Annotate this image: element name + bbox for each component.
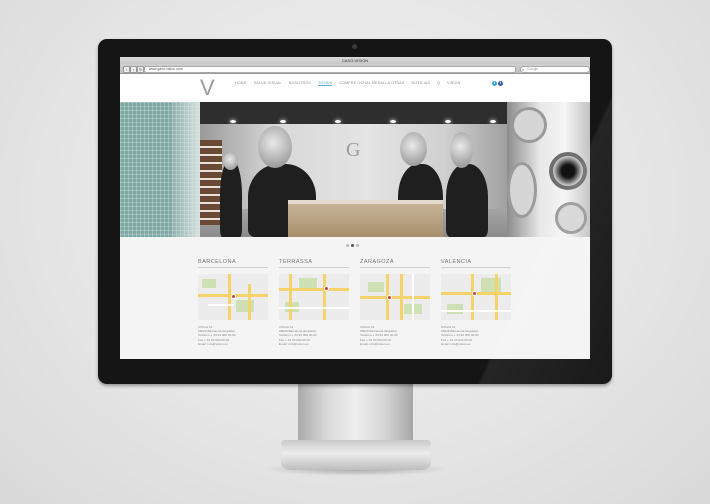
map-pin-icon [387,295,392,300]
menu-item-3[interactable]: TIENDA [317,81,333,86]
map-feature [412,274,414,320]
address-line: Email: info@vision.es [441,341,471,346]
map-feature [400,274,403,320]
camera-icon [352,44,357,49]
portrait-3-face [400,132,427,166]
map-feature [208,304,234,306]
store-shelf [200,140,222,225]
menu-item-7[interactable]: VISION [447,81,460,86]
carousel-dot-1[interactable] [351,244,354,247]
map-feature [202,279,216,288]
screen: CASO-VISION ‹ › ↻ www.gaxo-vision.com ⌕ G… [120,57,590,359]
search-input[interactable]: ⌕ Google [520,66,590,73]
forward-arrow-icon[interactable]: › [130,66,137,73]
location-barcelona: BARCELONA C/Paris 61 08029 Barcelona (Espa… [198,259,268,354]
location-address: C/Paris 61 08029 Barcelona (España) Teléfo… [360,325,430,346]
address-line: Email: info@vision.es [279,341,309,346]
map-pin-icon [472,291,477,296]
hero-panel-optics [507,102,590,237]
location-terrassa: TERRASSA C/Paris 61 08029 Barcelona (Españ… [279,259,349,354]
carousel-dot-0[interactable] [346,244,349,247]
map-feature [236,300,254,312]
window-title: CASO-VISION [341,58,369,63]
map-feature [471,274,474,320]
reload-icon[interactable]: ↻ [137,66,144,73]
portrait-1 [220,160,242,237]
map-feature [447,304,463,314]
site-header: V HOME SALUD VISUAL NOSOTROS TIENDA COMPRE O… [120,74,590,102]
carousel-dot-2[interactable] [356,244,359,247]
location-map[interactable] [279,274,349,320]
map-feature [481,278,501,292]
portrait-4 [446,164,488,237]
back-arrow-icon[interactable]: ‹ [123,66,130,73]
browser-titlebar: CASO-VISION [120,57,590,64]
map-feature [299,278,317,288]
map-feature [368,282,384,292]
store-ceiling [200,102,507,124]
map-feature [441,310,511,312]
location-address: C/Paris 61 08029 Barcelona (España) Teléfo… [441,325,511,346]
hero-panel-store: G [200,102,507,237]
twitter-icon[interactable]: t [492,81,497,86]
location-map[interactable] [360,274,430,320]
facebook-icon[interactable]: f [498,81,503,86]
monitor-foot [281,440,431,470]
map-feature [495,274,498,320]
menu-item-2[interactable]: NOSOTROS [289,81,311,86]
locations-section: BARCELONA C/Paris 61 08029 Barcelona (Espa… [198,259,518,354]
monitor: CASO-VISION ‹ › ↻ www.gaxo-vision.com ⌕ G… [98,39,612,384]
menu-item-6[interactable]: Q [437,81,440,86]
location-valencia: VALENCIA C/Paris 61 08029 Barcelona (Españ… [441,259,511,354]
carousel-dots [346,244,359,247]
menu-item-0[interactable]: HOME [235,81,247,86]
location-title[interactable]: VALENCIA [441,259,511,268]
monitor-neck [298,383,413,441]
url-text: www.gaxo-vision.com [149,67,183,71]
map-pin-icon [324,286,329,291]
main-menu: HOME SALUD VISUAL NOSOTROS TIENDA COMPRE OCH… [235,81,460,86]
location-title[interactable]: TERRASSA [279,259,349,268]
map-pin-icon [231,294,236,299]
location-map[interactable] [198,274,268,320]
map-feature [289,274,292,320]
portrait-4-face [450,132,473,168]
address-bar[interactable]: www.gaxo-vision.com [144,66,516,73]
portrait-1-face [223,152,238,170]
location-map[interactable] [441,274,511,320]
location-title[interactable]: BARCELONA [198,259,268,268]
location-address: C/Paris 61 08029 Barcelona (España) Teléfo… [198,325,268,346]
portrait-2-face [258,126,292,168]
menu-item-5[interactable]: NOTICIAS [412,81,431,86]
site-logo[interactable]: V [200,75,215,101]
location-zaragoza: ZARAGOZA C/Paris 61 08029 Barcelona (Españ… [360,259,430,354]
location-address: C/Paris 61 08029 Barcelona (España) Teléfo… [279,325,349,346]
map-feature [360,296,430,299]
address-line: Email: info@vision.es [198,341,228,346]
map-feature [279,307,349,309]
store-sign: G [346,139,361,161]
menu-item-4[interactable]: COMPRE OCHAL MEDALLA OTRAS [339,81,404,86]
map-feature [248,284,251,320]
map-feature [323,274,326,320]
hero-panel-left [120,102,200,237]
hero-carousel[interactable]: G [120,102,590,237]
address-line: Email: info@vision.es [360,341,390,346]
store-counter [288,200,443,237]
menu-item-1[interactable]: SALUD VISUAL [254,81,282,86]
location-title[interactable]: ZARAGOZA [360,259,430,268]
search-icon: ⌕ [522,67,525,72]
browser-toolbar: ‹ › ↻ www.gaxo-vision.com ⌕ Google [120,64,590,74]
search-placeholder: Google [527,67,539,71]
social-links: tf [492,81,503,86]
